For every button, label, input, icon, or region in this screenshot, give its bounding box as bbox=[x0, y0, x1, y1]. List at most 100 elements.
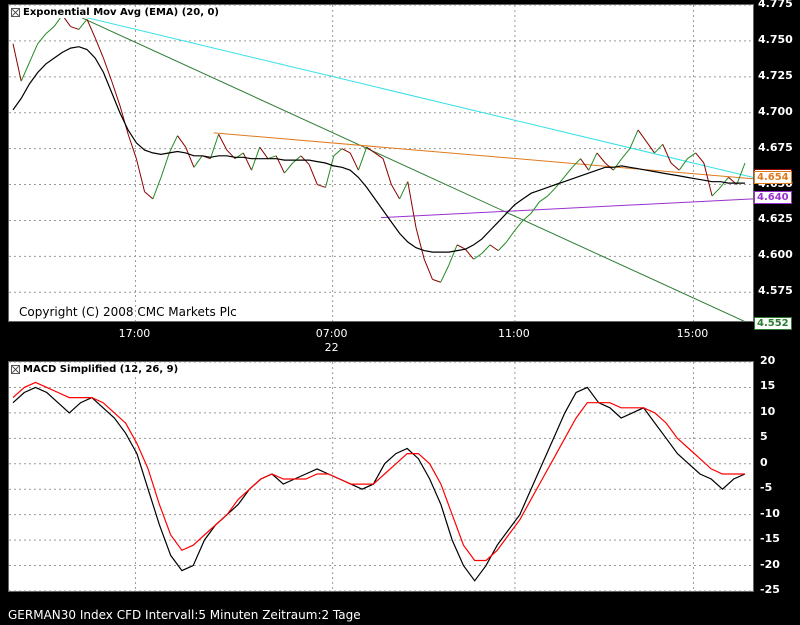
price-segment bbox=[341, 148, 351, 154]
price-segment bbox=[144, 191, 154, 200]
price-tag: 4.640 bbox=[754, 190, 792, 204]
price-segment bbox=[20, 62, 30, 82]
y-tick-label: 10 bbox=[760, 404, 776, 418]
macd-panel-title-text: MACD Simplified (12, 26, 9) bbox=[23, 364, 179, 375]
price-segment bbox=[37, 33, 47, 45]
price-segment bbox=[637, 129, 647, 142]
y-tick-label: -5 bbox=[760, 481, 773, 495]
y-tick-label: 4.750 bbox=[758, 32, 793, 46]
price-segment bbox=[571, 158, 581, 168]
price-segment bbox=[366, 146, 376, 154]
price-segment bbox=[193, 155, 203, 168]
price-segment bbox=[78, 19, 88, 30]
price-segment bbox=[415, 227, 425, 260]
x-tick-label: 17:00 bbox=[118, 327, 151, 340]
price-segment bbox=[160, 152, 170, 178]
price-segment bbox=[645, 141, 655, 154]
price-segment bbox=[703, 162, 713, 197]
price-segment bbox=[629, 129, 639, 149]
price-segment bbox=[481, 244, 491, 254]
close-icon[interactable] bbox=[11, 8, 20, 17]
trendline-cyan bbox=[75, 14, 753, 178]
price-segment bbox=[489, 244, 499, 252]
price-segment bbox=[185, 147, 195, 168]
y-tick-label: 4.700 bbox=[758, 104, 793, 118]
y-tick-label: 0 bbox=[760, 455, 768, 469]
y-tick-label: 4.775 bbox=[758, 0, 793, 10]
price-segment bbox=[448, 244, 458, 266]
price-segment bbox=[45, 26, 55, 35]
y-tick-label: 4.675 bbox=[758, 140, 793, 154]
price-segment bbox=[432, 278, 441, 283]
price-segment bbox=[292, 155, 302, 164]
price-segment bbox=[456, 244, 466, 250]
price-segment bbox=[522, 212, 532, 221]
trendline-purple bbox=[380, 198, 753, 219]
x-tick-label: 07:00 bbox=[315, 327, 348, 340]
price-tag: 4.552 bbox=[754, 317, 792, 331]
price-segment bbox=[497, 241, 507, 251]
price-segment bbox=[284, 162, 294, 174]
price-segment bbox=[119, 105, 129, 135]
price-segment bbox=[357, 147, 368, 171]
price-segment bbox=[711, 187, 721, 197]
price-segment bbox=[168, 135, 178, 154]
status-bar: GERMAN30 Index CFD Intervall:5 Minuten Z… bbox=[8, 608, 361, 622]
y-tick-label: -15 bbox=[760, 532, 780, 546]
price-segment bbox=[662, 144, 672, 164]
price-segment bbox=[70, 26, 79, 30]
price-segment bbox=[440, 264, 450, 283]
price-segment bbox=[152, 177, 162, 200]
close-icon[interactable] bbox=[11, 365, 20, 374]
price-segment bbox=[588, 152, 598, 171]
day-label: 22 bbox=[324, 341, 339, 354]
price-segment bbox=[530, 201, 540, 214]
trendline-green bbox=[75, 14, 745, 321]
macd-panel-title: MACD Simplified (12, 26, 9) bbox=[11, 364, 181, 375]
y-tick-label: -10 bbox=[760, 506, 780, 520]
x-tick-label: 15:00 bbox=[676, 327, 709, 340]
y-tick-label: 20 bbox=[760, 354, 776, 367]
price-chart-panel: Exponential Mov Avg (EMA) (20, 0) Copyri… bbox=[8, 4, 754, 322]
price-chart bbox=[9, 5, 753, 321]
y-tick-label: 4.600 bbox=[758, 248, 793, 262]
price-panel-title-text: Exponential Mov Avg (EMA) (20, 0) bbox=[23, 7, 219, 18]
price-segment bbox=[103, 57, 113, 82]
price-segment bbox=[135, 158, 146, 192]
price-segment bbox=[464, 248, 474, 260]
price-segment bbox=[563, 166, 573, 178]
price-segment bbox=[12, 43, 22, 82]
y-tick-label: 4.625 bbox=[758, 212, 793, 226]
y-tick-label: -25 bbox=[760, 583, 780, 596]
y-tick-label: 4.725 bbox=[758, 68, 793, 82]
macd-chart-panel: MACD Simplified (12, 26, 9) bbox=[8, 361, 754, 592]
trendline-orange bbox=[213, 132, 753, 180]
price-segment bbox=[695, 152, 705, 164]
price-segment bbox=[687, 152, 696, 160]
price-segment bbox=[259, 146, 269, 159]
x-tick-label: 11:00 bbox=[498, 327, 530, 340]
price-segment bbox=[218, 134, 228, 151]
price-segment bbox=[423, 259, 433, 280]
price-tag: 4.654 bbox=[754, 170, 792, 184]
price-segment bbox=[539, 195, 548, 203]
price-segment bbox=[547, 187, 557, 197]
y-tick-label: -20 bbox=[760, 557, 780, 571]
macd-line bbox=[12, 386, 746, 582]
y-tick-label: 4.575 bbox=[758, 284, 793, 298]
price-segment bbox=[209, 134, 220, 159]
price-segment bbox=[308, 164, 318, 185]
price-segment bbox=[390, 184, 400, 200]
signal-line bbox=[12, 381, 745, 562]
price-segment bbox=[177, 135, 187, 148]
price-segment bbox=[242, 152, 252, 171]
price-segment bbox=[621, 148, 631, 160]
price-segment bbox=[349, 152, 359, 171]
price-segment bbox=[514, 220, 524, 231]
price-segment bbox=[506, 230, 516, 243]
price-segment bbox=[382, 158, 392, 185]
copyright-text: Copyright (C) 2008 CMC Markets Plc bbox=[19, 305, 237, 319]
y-tick-label: 5 bbox=[760, 430, 768, 444]
y-tick-label: 15 bbox=[760, 379, 776, 393]
price-segment bbox=[28, 43, 39, 63]
